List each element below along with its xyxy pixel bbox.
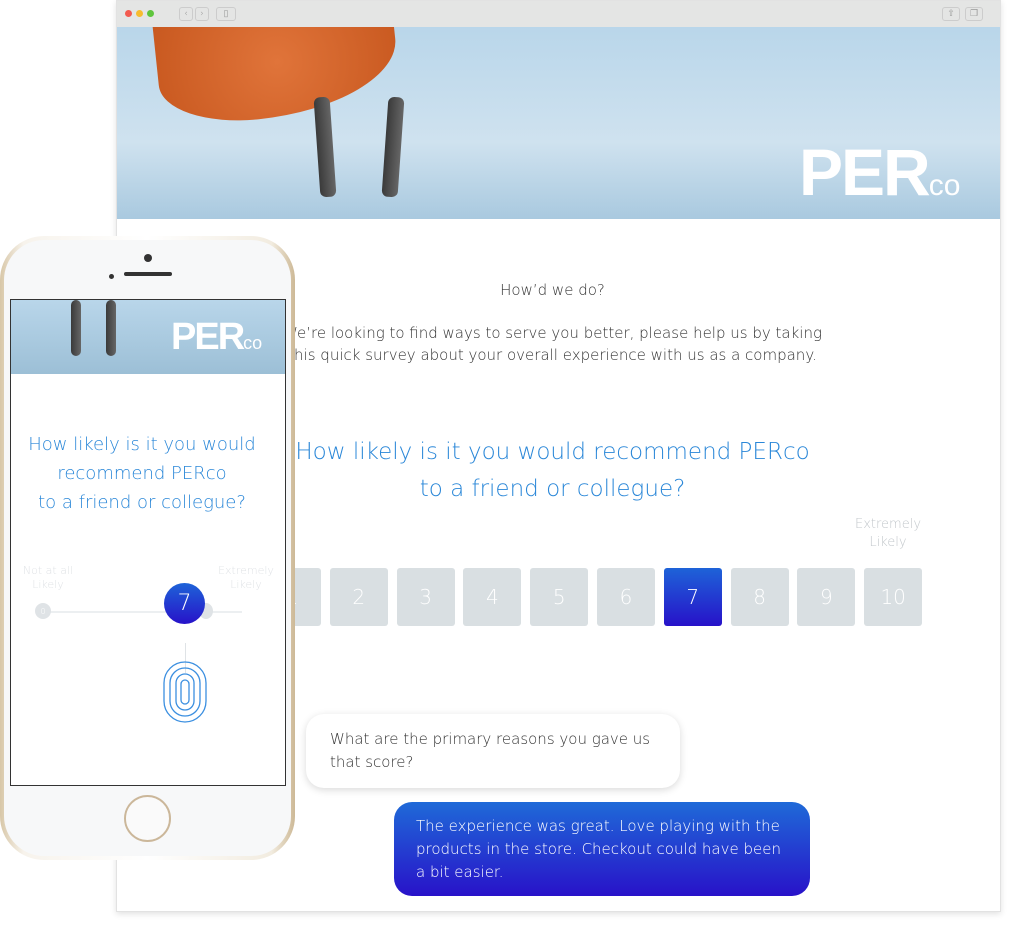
not-at-all-likely-label: Not at all Likely [22,564,74,591]
extremely-likely-label: Extremely Likely [854,517,922,550]
rating-option-8[interactable]: 8 [730,568,789,626]
extremely-likely-label: Extremely Likely [218,564,274,591]
hero-image-dress [151,27,403,130]
rating-option-2[interactable]: 2 [329,568,388,626]
sidebar-icon[interactable]: ▯ [216,7,236,21]
rating-option-10[interactable]: 10 [864,568,923,626]
phone-speaker [124,272,172,276]
tabs-icon[interactable]: ❐ [965,7,983,21]
rating-option-6[interactable]: 6 [597,568,655,626]
rating-option-4[interactable]: 4 [463,568,522,626]
rating-option-9[interactable]: 9 [797,568,856,626]
back-icon[interactable]: ‹ [179,7,193,21]
slider-min-knob: 0 [35,603,51,619]
hero-image-leg [381,96,405,198]
chat-question-bubble: What are the primary reasons you gave us… [306,714,680,788]
hero-image-leg [71,300,81,356]
survey-question-line1: How likely is it you would recommend PER… [295,439,810,465]
share-icon[interactable]: ⇧ [942,7,960,21]
phone-question-line3: to a friend or collegue? [38,492,246,513]
maximize-dot[interactable] [147,10,154,17]
hero-image-leg [106,300,116,356]
hero-banner: PERco [117,27,1000,219]
phone-question-line2: recommend PERco [57,463,227,484]
survey-question-line2: to a friend or collegue? [419,476,686,502]
phone-camera [144,254,152,262]
survey-intro: We’re looking to find ways to serve you … [283,324,822,364]
rating-option-5[interactable]: 5 [530,568,589,626]
phone-question-line1: How likely is it you would [28,434,256,455]
phone-screen: PERco How likely is it you would recomme… [10,299,286,786]
minimize-dot[interactable] [136,10,143,17]
phone-sensor [109,274,114,279]
hero-image-leg [313,96,337,198]
rating-option-7[interactable]: 7 [663,568,722,626]
survey-heading: How’d we do? [500,281,605,299]
browser-toolbar: ‹ › ▯ ⇧ ❐ [117,1,1000,27]
forward-icon[interactable]: › [195,7,209,21]
slider-thumb[interactable]: 7 [164,583,205,624]
fingerprint-icon [163,661,207,723]
chat-answer-bubble: The experience was great. Love playing w… [394,802,810,896]
perco-logo: PERco [171,316,263,358]
phone-hero-banner: PERco [11,300,285,374]
rating-option-3[interactable]: 3 [396,568,455,626]
perco-logo: PERco [799,135,961,209]
close-dot[interactable] [125,10,132,17]
home-button[interactable] [124,795,171,842]
